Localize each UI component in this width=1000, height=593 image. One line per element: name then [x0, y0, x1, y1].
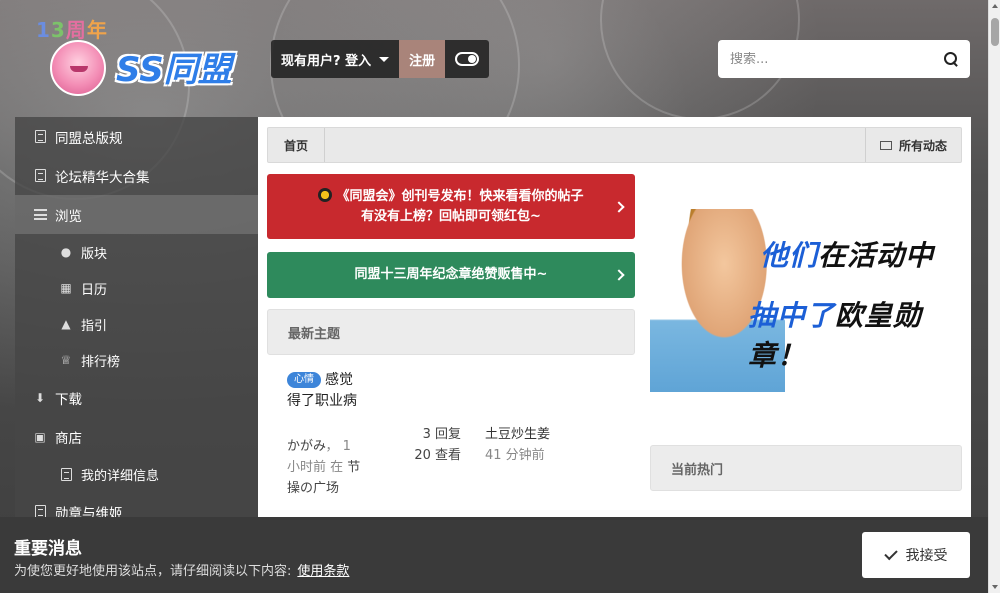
- scroll-down-icon[interactable]: [992, 585, 998, 589]
- login-dropdown[interactable]: 现有用户? 登入: [271, 40, 399, 78]
- search-icon[interactable]: [944, 52, 958, 66]
- toggle-icon: [455, 52, 480, 66]
- topic-views: 20 查看: [414, 448, 461, 463]
- sidebar-item-calendar[interactable]: ▦ 日历: [15, 270, 258, 306]
- scroll-up-icon[interactable]: [992, 4, 998, 8]
- banner-red-line2: 有没有上榜？回帖即可领红包~: [361, 208, 541, 224]
- chevron-right-icon: [613, 200, 625, 213]
- accept-button[interactable]: 我接受: [862, 532, 970, 578]
- main-content: 首页 所有动态 《同盟会》创刊号发布！快来看看你的帖子 有没有上榜？回帖即可领红…: [258, 117, 971, 517]
- announcement-banner-green[interactable]: 同盟十三周年纪念章绝赞贩售中~: [267, 252, 635, 298]
- list-item: 心情 感觉得了职业病 かがみ， 1 小时前 在 节操の广场 3 回复 20 查看 …: [267, 362, 635, 522]
- sidebar: 同盟总版规 论坛精华大合集 浏览 ● 版块 ▦ 日历 ▲ 指引 ♕ 排行榜 ⬇ …: [15, 117, 258, 522]
- doc-icon: [33, 130, 47, 144]
- user-bar: 现有用户? 登入 注册: [271, 40, 490, 78]
- download-icon: ⬇: [34, 390, 46, 405]
- list-icon: [33, 208, 47, 222]
- topic-title[interactable]: 心情 感觉得了职业病: [287, 370, 359, 412]
- scrollbar-thumb[interactable]: [991, 18, 999, 46]
- warning-icon: ▲: [61, 317, 71, 331]
- topic-badge[interactable]: 心情: [287, 372, 321, 388]
- theme-toggle[interactable]: [445, 40, 489, 78]
- sidebar-item-label: 日历: [81, 282, 108, 298]
- notice-text: 为使您更好地使用该站点，请仔细阅读以下内容: 使用条款: [14, 564, 350, 579]
- comments-icon: ●: [60, 245, 72, 259]
- sidebar-item-downloads[interactable]: ⬇ 下载: [15, 378, 258, 417]
- breadcrumb: 首页 所有动态: [267, 127, 962, 163]
- sidebar-item-guide[interactable]: ▲ 指引: [15, 306, 258, 342]
- ad-line1: 他们在活动中: [760, 239, 935, 272]
- sidebar-item-label: 指引: [81, 318, 108, 334]
- ad-line2: 抽中了欧皇勋章！: [748, 299, 923, 372]
- caret-down-icon: [379, 56, 390, 62]
- promo-ad[interactable]: 他们在活动中 抽中了欧皇勋章！: [650, 209, 962, 392]
- sidebar-item-label: 排行榜: [81, 354, 121, 370]
- trophy-icon: ♕: [60, 353, 72, 367]
- accept-label: 我接受: [905, 548, 948, 564]
- banner-red-line1: 《同盟会》创刊号发布！快来看看你的帖子: [336, 188, 584, 204]
- anniversary-label: 13周年: [36, 18, 108, 42]
- latest-topics-heading: 最新主题: [267, 309, 635, 355]
- all-activity-label: 所有动态: [898, 138, 947, 153]
- trending-heading: 当前热门: [650, 445, 962, 491]
- doc-icon: [59, 467, 73, 481]
- terms-link[interactable]: 使用条款: [297, 564, 349, 579]
- notice-title: 重要消息: [14, 539, 82, 559]
- announcement-banner-red[interactable]: 《同盟会》创刊号发布！快来看看你的帖子 有没有上榜？回帖即可领红包~: [267, 174, 635, 239]
- sidebar-item-label: 下载: [55, 391, 82, 408]
- calendar-icon: ▦: [60, 281, 72, 295]
- mascot-image: [50, 40, 106, 96]
- sidebar-item-label: 同盟总版规: [55, 130, 123, 147]
- sidebar-item-highlights[interactable]: 论坛精华大合集: [15, 156, 258, 195]
- last-poster[interactable]: 土豆炒生姜: [485, 424, 605, 445]
- banner-green-text: 同盟十三周年纪念章绝赞贩售中~: [354, 267, 548, 282]
- topic-author[interactable]: かがみ: [287, 439, 325, 454]
- sidebar-item-label: 浏览: [55, 208, 82, 225]
- topic-stats: 3 回复 20 查看: [397, 424, 461, 466]
- sidebar-item-label: 版块: [81, 246, 108, 262]
- topic-replies: 3 回复: [422, 427, 461, 442]
- site-logo[interactable]: 13周年 SS同盟: [0, 0, 258, 116]
- last-post-time: 41 分钟前: [485, 448, 545, 463]
- sidebar-item-label: 我的详细信息: [81, 468, 160, 484]
- sidebar-item-store[interactable]: ▣ 商店: [15, 417, 258, 456]
- chevron-right-icon: [613, 269, 625, 281]
- sidebar-item-my-details[interactable]: 我的详细信息: [15, 456, 258, 492]
- sidebar-item-label: 论坛精华大合集: [55, 169, 150, 186]
- bee-icon: [318, 187, 333, 202]
- activity-icon: [879, 140, 892, 150]
- sidebar-item-rules[interactable]: 同盟总版规: [15, 117, 258, 156]
- sidebar-item-forums[interactable]: ● 版块: [15, 234, 258, 270]
- sidebar-item-label: 商店: [55, 430, 82, 447]
- topic-meta: かがみ， 1 小时前 在 节操の广场: [287, 439, 361, 496]
- breadcrumb-home[interactable]: 首页: [268, 128, 326, 162]
- topic-last-post: 土豆炒生姜 41 分钟前: [485, 424, 605, 466]
- doc-icon: [33, 169, 47, 183]
- sidebar-item-browse[interactable]: 浏览: [15, 195, 258, 234]
- register-button[interactable]: 注册: [399, 40, 446, 78]
- login-label: 现有用户? 登入: [281, 53, 372, 69]
- check-icon: [883, 546, 898, 560]
- cookie-notice: 重要消息 为使您更好地使用该站点，请仔细阅读以下内容: 使用条款 我接受: [0, 517, 988, 593]
- cart-icon: ▣: [34, 429, 46, 444]
- scrollbar[interactable]: [988, 0, 1000, 593]
- sidebar-item-leaderboard[interactable]: ♕ 排行榜: [15, 342, 258, 378]
- search-input[interactable]: [730, 51, 944, 67]
- search-box: [718, 40, 970, 78]
- brand-name: SS同盟: [116, 50, 232, 90]
- all-activity-link[interactable]: 所有动态: [864, 128, 961, 162]
